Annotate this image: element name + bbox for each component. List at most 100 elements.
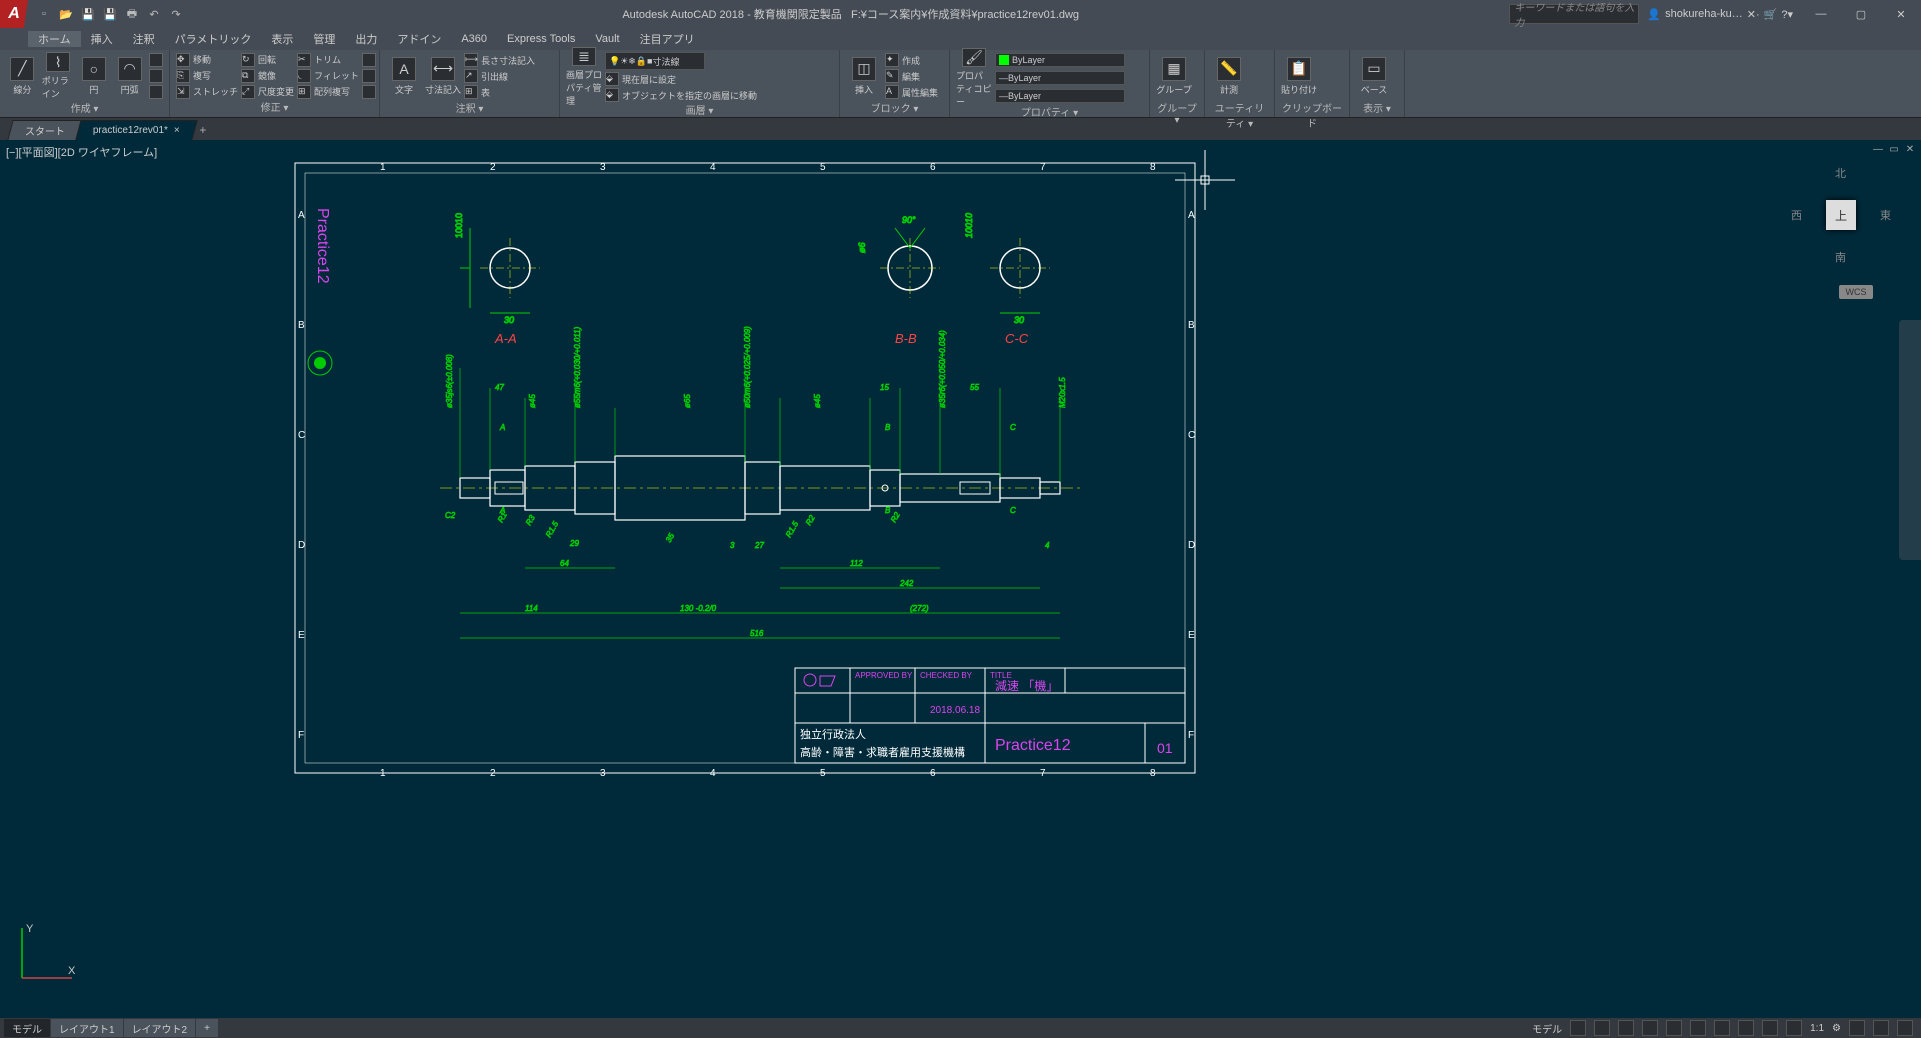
vp-minimize-icon[interactable]: — [1871, 142, 1885, 156]
viewcube[interactable]: 北 南 東 西 上 [1791, 165, 1891, 265]
paste-button[interactable]: 📋貼り付け [1281, 52, 1317, 100]
search-input[interactable]: キーワードまたは語句を入力 [1509, 4, 1639, 24]
modify-misc2[interactable] [362, 69, 376, 83]
exchange-icon[interactable]: ✕· [1747, 8, 1760, 21]
qat-saveas-icon[interactable]: 💾 [102, 6, 118, 22]
viewcube-top[interactable]: 上 [1826, 200, 1856, 230]
tab-output[interactable]: 出力 [345, 31, 387, 47]
tab-vault[interactable]: Vault [585, 33, 629, 45]
status-iso-icon[interactable] [1849, 1020, 1865, 1036]
draw-misc1[interactable] [149, 53, 163, 67]
base-view-button[interactable]: ▭ベース [1356, 52, 1392, 100]
edit-attr-button[interactable]: A属性編集 [885, 85, 938, 99]
move-to-layer[interactable]: ⬙オブジェクトを指定の画層に移動 [605, 88, 833, 102]
color-combo[interactable]: ByLayer [995, 53, 1125, 67]
navigation-bar[interactable] [1899, 320, 1921, 560]
app-logo[interactable]: A [0, 0, 28, 28]
tab-insert[interactable]: 挿入 [81, 31, 123, 47]
tab-annotate[interactable]: 注釈 [123, 31, 165, 47]
qat-save-icon[interactable]: 💾 [80, 6, 96, 22]
status-clean-icon[interactable] [1873, 1020, 1889, 1036]
tab-featured[interactable]: 注目アプリ [630, 31, 705, 47]
qat-undo-icon[interactable]: ↶ [146, 6, 162, 22]
qat-plot-icon[interactable]: 🖶 [124, 6, 140, 22]
vp-restore-icon[interactable]: ▭ [1887, 142, 1901, 156]
tab-home[interactable]: ホーム [28, 31, 81, 47]
modify-misc3[interactable] [362, 85, 376, 99]
user-name[interactable]: shokureha-ku… [1665, 8, 1743, 20]
status-snap-icon[interactable] [1594, 1020, 1610, 1036]
lineweight-combo[interactable]: — ByLayer [995, 71, 1125, 85]
group-button[interactable]: ▦グループ [1156, 52, 1192, 100]
layout-tab-1[interactable]: レイアウト1 [51, 1019, 123, 1037]
drawing-viewport[interactable]: [−][平面図][2D ワイヤフレーム] — ▭ ✕ 北 南 東 西 上 WCS… [0, 140, 1921, 1018]
qat-open-icon[interactable]: 📂 [58, 6, 74, 22]
mirror-button[interactable]: ⧉鏡像 [241, 69, 294, 83]
layout-tab-2[interactable]: レイアウト2 [124, 1019, 196, 1037]
tab-parametric[interactable]: パラメトリック [165, 31, 262, 47]
line-button[interactable]: ╱線分 [6, 52, 39, 100]
status-gear-icon[interactable]: ⚙ [1832, 1023, 1841, 1034]
tab-document[interactable]: practice12rev01*× [75, 120, 197, 140]
tab-view[interactable]: 表示 [261, 31, 303, 47]
rotate-button[interactable]: ↻回転 [241, 53, 294, 67]
layout-tab-add[interactable]: + [196, 1019, 218, 1037]
status-scale[interactable]: 1:1 [1810, 1023, 1824, 1034]
status-sc-icon[interactable] [1786, 1020, 1802, 1036]
measure-button[interactable]: 📏計測 [1211, 52, 1247, 100]
status-polar-icon[interactable] [1642, 1020, 1658, 1036]
dimension-button[interactable]: ⟷寸法記入 [425, 52, 461, 100]
tab-manage[interactable]: 管理 [303, 31, 345, 47]
close-button[interactable]: ✕ [1881, 0, 1921, 28]
create-block-button[interactable]: ✦作成 [885, 53, 938, 67]
qat-new-icon[interactable]: ▫ [36, 6, 52, 22]
match-props-button[interactable]: 🖌プロパティコピー [956, 54, 992, 102]
draw-misc3[interactable] [149, 85, 163, 99]
wcs-badge[interactable]: WCS [1839, 285, 1873, 299]
status-qu-icon[interactable] [1762, 1020, 1778, 1036]
circle-button[interactable]: ○円 [78, 52, 111, 100]
status-ortho-icon[interactable] [1618, 1020, 1634, 1036]
status-model[interactable]: モデル [1532, 1021, 1562, 1036]
copy-button[interactable]: ⎘複写 [176, 69, 238, 83]
tab-a360[interactable]: A360 [451, 33, 497, 45]
arc-button[interactable]: ◠円弧 [113, 52, 146, 100]
stretch-button[interactable]: ⇲ストレッチ [176, 85, 238, 99]
text-button[interactable]: A文字 [386, 52, 422, 100]
linetype-combo[interactable]: — ByLayer [995, 89, 1125, 103]
trim-button[interactable]: ✂トリム [297, 53, 359, 67]
table-button[interactable]: ⊞表 [464, 85, 535, 99]
viewport-label[interactable]: [−][平面図][2D ワイヤフレーム] [6, 144, 157, 160]
status-otrack-icon[interactable] [1690, 1020, 1706, 1036]
tab-close-icon[interactable]: × [174, 125, 180, 136]
leader-button[interactable]: ↗引出線 [464, 69, 535, 83]
polyline-button[interactable]: ⌇ポリライン [42, 52, 75, 100]
move-button[interactable]: ✥移動 [176, 53, 238, 67]
tab-start[interactable]: スタート [7, 120, 82, 140]
viewcube-west[interactable]: 西 [1791, 207, 1802, 223]
tab-express[interactable]: Express Tools [497, 33, 585, 45]
layout-tab-model[interactable]: モデル [4, 1019, 50, 1037]
layer-props-button[interactable]: ≣画層プロパティ管理 [566, 53, 602, 101]
set-current-layer[interactable]: ⬙現在層に設定 [605, 72, 833, 86]
status-dyn-icon[interactable] [1738, 1020, 1754, 1036]
modify-misc1[interactable] [362, 53, 376, 67]
fillet-button[interactable]: ◟フィレット [297, 69, 359, 83]
viewcube-north[interactable]: 北 [1835, 165, 1846, 181]
status-osnap-icon[interactable] [1666, 1020, 1682, 1036]
edit-block-button[interactable]: ✎編集 [885, 69, 938, 83]
signin-icon[interactable]: 👤 [1647, 8, 1661, 21]
minimize-button[interactable]: — [1801, 0, 1841, 28]
maximize-button[interactable]: ▢ [1841, 0, 1881, 28]
status-lwt-icon[interactable] [1714, 1020, 1730, 1036]
layer-combo[interactable]: 💡☀❄🔒■ 寸法線 [605, 52, 705, 70]
qat-redo-icon[interactable]: ↷ [168, 6, 184, 22]
status-full-icon[interactable] [1897, 1020, 1913, 1036]
linear-dim-button[interactable]: ⟼長さ寸法記入 [464, 53, 535, 67]
help-icon[interactable]: ?▾ [1781, 8, 1793, 21]
status-grid-icon[interactable] [1570, 1020, 1586, 1036]
tab-addins[interactable]: アドイン [387, 31, 451, 47]
insert-block-button[interactable]: ◫挿入 [846, 52, 882, 100]
scale-button[interactable]: ⤢尺度変更 [241, 85, 294, 99]
viewcube-east[interactable]: 東 [1880, 207, 1891, 223]
